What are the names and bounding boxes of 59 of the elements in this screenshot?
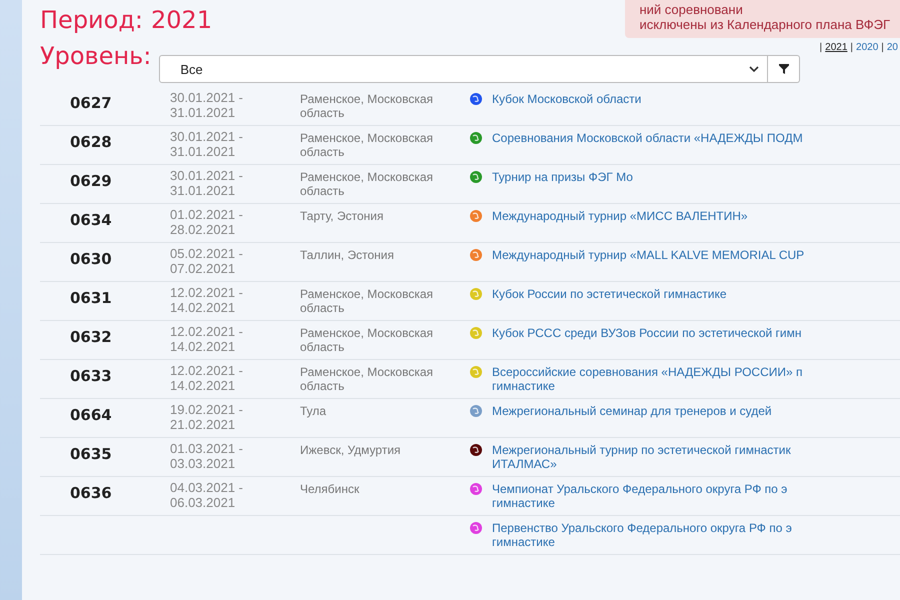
event-place: Тула: [300, 404, 326, 418]
event-number: 0628: [70, 133, 112, 151]
year-link[interactable]: 2021: [825, 42, 848, 53]
event-number: 0635: [70, 445, 112, 463]
period-value: 2021: [151, 6, 212, 34]
event-number: 0634: [70, 211, 112, 229]
event-title-link[interactable]: Межрегиональный семинар для тренеров и судей: [492, 404, 772, 418]
event-place: Челябинск: [300, 482, 360, 496]
event-title-link[interactable]: Кубок России по эстетической гимнастике: [492, 287, 727, 301]
event-place: Таллин, Эстония: [300, 248, 394, 262]
event-dates: 04.03.2021 - 06.03.2021: [170, 480, 244, 510]
event-title-link[interactable]: Международный турнир «MALL KALVE MEMORIAL CUP: [492, 248, 804, 262]
event-title-link[interactable]: Кубок Московской области: [492, 92, 642, 106]
event-number: 0631: [70, 289, 112, 307]
event-number: 0629: [70, 172, 112, 190]
event-dates: 30.01.2021 - 31.01.2021: [170, 90, 244, 120]
event-place: Раменское, Московская область: [300, 131, 434, 159]
event-place: Раменское, Московская область: [300, 287, 434, 315]
event-title-link[interactable]: Кубок РССС среди ВУЗов России по эстетической гимн: [492, 326, 802, 340]
event-place: Раменское, Московская область: [300, 365, 434, 393]
event-place: Раменское, Московская область: [300, 170, 434, 198]
event-title-link[interactable]: Всероссийские соревнования «НАДЕЖДЫ РОССИИ» п гимнастике: [492, 365, 802, 393]
year-link[interactable]: 2020: [856, 42, 878, 53]
event-dates: 19.02.2021 - 21.02.2021: [170, 402, 244, 432]
separator: |: [850, 42, 854, 53]
separator: |: [820, 42, 822, 53]
event-number: 0664: [70, 406, 112, 424]
level-label: Уровень:: [40, 42, 152, 70]
funnel-icon: [778, 64, 788, 74]
event-title-link[interactable]: Первенство Уральского Федерального округа РФ по э гимнастике: [492, 521, 792, 549]
event-place: Раменское, Московская область: [300, 92, 434, 120]
event-dates: 30.01.2021 - 31.01.2021: [170, 129, 244, 159]
event-dates: 01.03.2021 - 03.03.2021: [170, 441, 244, 471]
year-link[interactable]: 20: [886, 42, 898, 53]
event-place: Ижевск, Удмуртия: [300, 443, 401, 457]
event-dates: 12.02.2021 - 14.02.2021: [170, 285, 244, 315]
event-title-link[interactable]: Чемпионат Уральского Федерального округа РФ по э гимнастике: [492, 482, 788, 510]
event-title-link[interactable]: Межрегиональный турнир по эстетической гимнастик ИТАЛМАС»: [492, 443, 791, 471]
event-title-link[interactable]: Турнир на призы ФЭГ Мо: [492, 170, 633, 184]
event-number: 0632: [70, 328, 112, 346]
event-place: Раменское, Московская область: [300, 326, 434, 354]
level-select[interactable]: Все: [159, 55, 768, 83]
event-number: 0636: [70, 484, 112, 502]
chevron-icon: [749, 66, 759, 72]
period-label: Период:: [40, 6, 144, 34]
filter-button[interactable]: [768, 55, 800, 83]
event-dates: 12.02.2021 - 14.02.2021: [170, 363, 244, 393]
separator: |: [881, 42, 884, 53]
event-place: Тарту, Эстония: [300, 209, 384, 223]
event-title-link[interactable]: Международный турнир «МИСС ВАЛЕНТИН»: [492, 209, 748, 223]
event-dates: 30.01.2021 - 31.01.2021: [170, 168, 244, 198]
event-dates: 01.02.2021 - 28.02.2021: [170, 207, 244, 237]
event-number: 0627: [70, 94, 112, 112]
event-dates: 05.02.2021 - 07.02.2021: [170, 246, 244, 276]
event-dates: 12.02.2021 - 14.02.2021: [170, 324, 244, 354]
event-number: 0633: [70, 367, 112, 385]
event-number: 0630: [70, 250, 112, 268]
notice-banner: ний соревновани исключены из Календарного плана ВФЭГ: [625, 0, 900, 38]
event-title-link[interactable]: Соревнования Московской области «НАДЕЖДЫ ПОДМ: [492, 131, 803, 145]
